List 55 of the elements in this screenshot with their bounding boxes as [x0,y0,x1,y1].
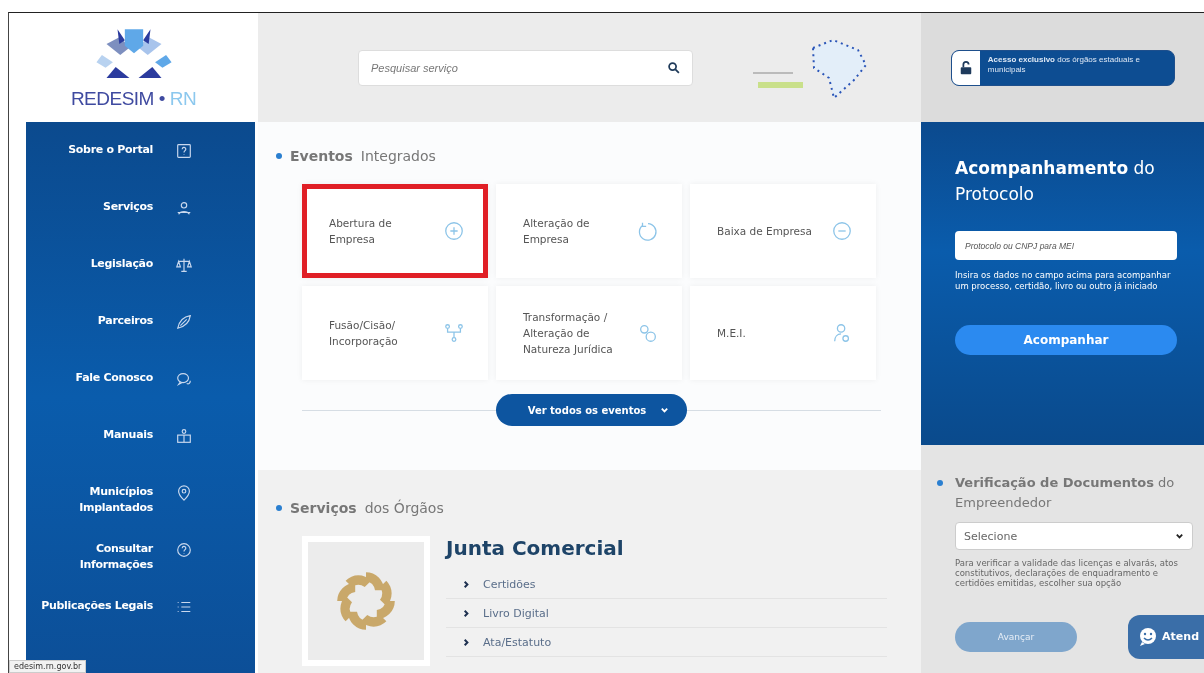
question-icon [175,142,193,160]
help-text: Insira os dados no campo acima para acompanhar um processo, certidão, livro ou outro já iniciado [955,270,1172,292]
event-card[interactable]: Transformação / Alteração de Natureza Jurídica [496,286,682,380]
section-title: Verificação de Documentos do Empreendedor [937,473,1193,512]
nav-link[interactable]: Legislação [90,256,153,272]
section-title: Eventos Integrados [276,148,881,164]
event-card[interactable]: M.E.I. [690,286,876,380]
event-card[interactable]: Abertura de Empresa [302,184,488,278]
chevron-right-icon [462,608,471,618]
service-link[interactable]: Livro Digital [483,606,549,620]
search-icon[interactable] [667,60,681,75]
scales-icon [175,256,193,274]
nav-link[interactable]: Manuais [103,427,153,443]
circles-icon [637,322,659,344]
nav-link[interactable]: Parceiros [97,313,153,329]
nav-link[interactable]: Serviços [103,199,153,215]
person-pin-icon [175,199,193,217]
service-link[interactable]: Certidões [483,577,536,591]
branch-icon [443,322,465,344]
chat-button[interactable]: Atend [1128,614,1204,659]
smile-chat-icon [1138,626,1159,647]
event-card[interactable]: Alteração de Empresa [496,184,682,278]
lock-icon [958,60,973,75]
chat-icon [175,370,193,388]
location-pin-icon [175,484,193,502]
nav-link[interactable]: Publicações Legais [41,598,153,614]
status-url: edesim.rn.gov.br [9,660,87,673]
event-card[interactable]: Baixa de Empresa [690,184,876,278]
help-icon [175,541,193,559]
logo-text: REDESIM • RN [70,87,197,110]
organ-name: Junta Comercial [446,536,625,560]
chevron-right-icon [462,579,471,589]
event-card[interactable]: Fusão/Cisão/ Incorporação [302,286,488,380]
nav-link[interactable]: Sobre o Portal [68,142,153,158]
leaf-icon [175,313,193,331]
protocol-field[interactable]: Protocolo ou CNPJ para MEI [955,231,1177,260]
chevron-right-icon [462,637,471,647]
see-all-button[interactable]: Ver todos os eventos [495,394,688,426]
nav-link[interactable]: Fale Conosco [75,370,153,386]
nav-link[interactable]: Consultar Informações [33,541,153,573]
nav-link[interactable]: Municípios Implantados [33,484,153,516]
track-button[interactable]: Acompanhar [955,325,1177,356]
document-select[interactable]: Selecione [955,522,1193,550]
minus-circle-icon [831,220,853,242]
chevron-down-icon [1175,531,1184,541]
help-text: Para verificar a validade das licenças e alvarás, atos constitutivos, declarações de enquadramento e certidões emitidas, escolher sua opção [955,558,1179,589]
panel-title: Acompanhamento do Protocolo [955,157,1156,206]
service-link[interactable]: Ata/Estatuto [483,635,552,649]
access-button[interactable]: Acesso exclusivo dos órgãos estaduais e municipais [951,49,1175,86]
section-title: Serviços dos Órgãos [276,500,903,516]
refresh-icon [637,220,659,242]
search-field[interactable]: Pesquisar serviço [358,49,693,86]
book-icon [175,427,193,445]
chevron-down-icon [660,405,670,415]
plus-circle-icon [443,220,465,242]
